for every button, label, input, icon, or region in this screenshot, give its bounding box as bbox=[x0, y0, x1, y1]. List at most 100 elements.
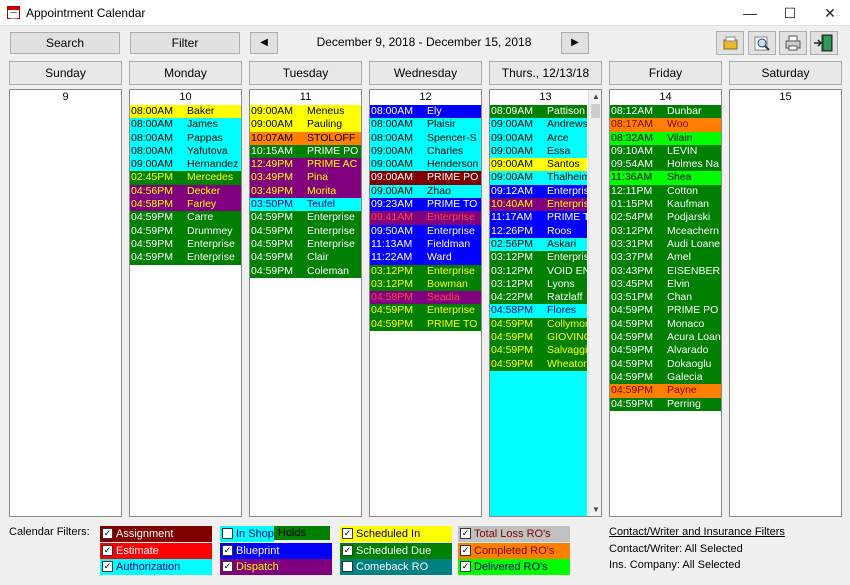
appointment-entry[interactable]: 04:59PM Galecia bbox=[610, 370, 721, 385]
open-folder-button[interactable] bbox=[716, 31, 744, 55]
appointment-entry[interactable]: 08:00AM Spencer-S bbox=[370, 131, 481, 145]
appointment-entry[interactable]: 09:54AM Holmes Na bbox=[610, 158, 721, 172]
appointment-entry[interactable]: 08:32AM Vilain bbox=[610, 131, 721, 145]
calendar-filter[interactable]: ✓ Estimate bbox=[100, 543, 212, 559]
appointment-entry[interactable]: 10:40AM Enterprise bbox=[490, 198, 587, 212]
filter-checkbox[interactable]: ✓ bbox=[460, 528, 471, 539]
appointment-entry[interactable]: 03:12PM Enterprise bbox=[490, 251, 587, 265]
calendar-filter[interactable]: ✓ Dispatch bbox=[220, 559, 332, 575]
appointment-entry[interactable]: 02:54PM Podjarski bbox=[610, 211, 721, 225]
appointment-entry[interactable]: 09:00AM Pauling bbox=[250, 118, 361, 132]
day-header[interactable]: Tuesday bbox=[249, 61, 362, 85]
calendar-filter[interactable]: ✓ Blueprint bbox=[220, 543, 332, 559]
calendar-filter[interactable]: ✓ Assignment bbox=[100, 526, 212, 542]
appointment-entry[interactable]: 04:59PM Clair bbox=[250, 251, 361, 265]
filter-checkbox[interactable]: ✓ bbox=[102, 528, 113, 539]
filter-checkbox[interactable] bbox=[342, 561, 353, 572]
appointment-entry[interactable]: 04:59PM Acura Loan bbox=[610, 331, 721, 345]
day-column[interactable]: 12 08:00AM Ely 08:00AM Plaisir 08:00AM Spencer… bbox=[369, 89, 482, 517]
appointment-entry[interactable]: 02:56PM Askari bbox=[490, 237, 587, 252]
appointment-entry[interactable]: 09:00AM Hernandez bbox=[130, 158, 241, 172]
appointment-entry[interactable]: 09:00AM Andrews bbox=[490, 118, 587, 132]
appointment-entry[interactable]: 04:59PM Wheaton bbox=[490, 357, 587, 371]
appointment-entry[interactable]: 08:00AM Plaisir bbox=[370, 118, 481, 132]
appointment-entry[interactable]: 11:17AM PRIME T bbox=[490, 211, 587, 225]
next-week-button[interactable]: ▶ bbox=[561, 32, 589, 54]
appointment-entry[interactable]: 03:12PM Mceachern bbox=[610, 224, 721, 238]
appointment-entry[interactable]: 09:00AM Arce bbox=[490, 131, 587, 145]
appointment-entry[interactable]: 09:00AM Essa bbox=[490, 144, 587, 159]
calendar-filter[interactable]: Comeback RO bbox=[340, 559, 452, 575]
appointment-entry[interactable]: 04:59PM Perring bbox=[610, 397, 721, 411]
appointment-entry[interactable]: 12:49PM PRIME AC bbox=[250, 158, 361, 172]
appointment-entry[interactable]: 04:59PM Enterprise bbox=[250, 237, 361, 252]
day-column[interactable]: 13 08:09AM Pattison 09:00AM Andrews 09:00AM Ar… bbox=[489, 89, 602, 517]
day-column[interactable]: 10 08:00AM Baker 08:00AM James 08:00AM Pappas 0… bbox=[129, 89, 242, 517]
filter-checkbox[interactable]: ✓ bbox=[460, 545, 471, 556]
appointment-entry[interactable]: 04:59PM PRIME PO bbox=[610, 304, 721, 318]
appointment-entry[interactable]: 04:59PM Drummey bbox=[130, 224, 241, 238]
appointment-entry[interactable]: 12:26PM Roos bbox=[490, 224, 587, 238]
vertical-scrollbar[interactable]: ▲ ▼ bbox=[588, 90, 601, 516]
appointment-entry[interactable]: 09:00AM Thalheim bbox=[490, 171, 587, 185]
filter-checkbox[interactable] bbox=[222, 528, 233, 539]
close-button[interactable]: ✕ bbox=[810, 0, 850, 26]
day-column[interactable]: 14 08:12AM Dunbar 08:17AM Woo 08:32AM Vilain 09… bbox=[609, 89, 722, 517]
appointment-entry[interactable]: 08:00AM James bbox=[130, 118, 241, 132]
scroll-thumb[interactable] bbox=[591, 104, 600, 118]
appointment-entry[interactable]: 03:49PM Pina bbox=[250, 171, 361, 185]
appointment-entry[interactable]: 03:12PM VOID EN bbox=[490, 264, 587, 278]
appointment-entry[interactable]: 03:45PM Elvin bbox=[610, 277, 721, 292]
appointment-entry[interactable]: 03:31PM Audi Loane bbox=[610, 237, 721, 252]
day-column[interactable]: 9 bbox=[9, 89, 122, 517]
appointment-entry[interactable]: 09:00AM Henderson bbox=[370, 158, 481, 172]
day-column[interactable]: 11 09:00AM Meneus 09:00AM Pauling 10:07AM STOL… bbox=[249, 89, 362, 517]
exit-button[interactable] bbox=[810, 31, 838, 55]
appointment-entry[interactable]: 09:50AM Enterprise bbox=[370, 224, 481, 238]
day-header[interactable]: Thurs., 12/13/18 bbox=[489, 61, 602, 85]
appointment-entry[interactable]: 04:59PM Enterprise bbox=[130, 251, 241, 265]
calendar-filter[interactable]: ✓ Scheduled In bbox=[340, 526, 452, 542]
appointment-entry[interactable]: 09:00AM Zhao bbox=[370, 184, 481, 199]
appointment-entry[interactable]: 08:00AM Yafutova bbox=[130, 144, 241, 159]
magnify-button[interactable] bbox=[748, 31, 776, 55]
prev-week-button[interactable]: ◀ bbox=[250, 32, 278, 54]
appointment-entry[interactable]: 03:12PM Bowman bbox=[370, 277, 481, 292]
appointment-entry[interactable]: 11:13AM Fieldman bbox=[370, 237, 481, 252]
appointment-entry[interactable]: 08:00AM Pappas bbox=[130, 131, 241, 145]
scroll-down-icon[interactable]: ▼ bbox=[592, 505, 600, 514]
appointment-entry[interactable]: 03:37PM Amel bbox=[610, 251, 721, 265]
appointment-entry[interactable]: 04:59PM Enterprise bbox=[370, 304, 481, 318]
filter-checkbox[interactable]: ✓ bbox=[102, 545, 113, 556]
appointment-entry[interactable]: 08:00AM Ely bbox=[370, 105, 481, 119]
appointment-entry[interactable]: 04:59PM Collymore bbox=[490, 317, 587, 332]
calendar-filter[interactable]: ✓ Delivered RO's bbox=[458, 559, 570, 575]
appointment-entry[interactable]: 09:10AM LEVIN bbox=[610, 144, 721, 159]
appointment-entry[interactable]: 04:59PM Enterprise bbox=[250, 211, 361, 225]
calendar-filter[interactable]: In Shop bbox=[220, 526, 274, 542]
appointment-entry[interactable]: 04:56PM Decker bbox=[130, 184, 241, 199]
day-header[interactable]: Wednesday bbox=[369, 61, 482, 85]
minimize-button[interactable]: — bbox=[730, 0, 770, 26]
appointment-entry[interactable]: 09:00AM Charles bbox=[370, 144, 481, 159]
appointment-entry[interactable]: 10:15AM PRIME PO bbox=[250, 144, 361, 159]
scroll-up-icon[interactable]: ▲ bbox=[592, 92, 600, 101]
appointment-entry[interactable]: 04:59PM Payne bbox=[610, 384, 721, 398]
calendar-filter[interactable]: ✓ Total Loss RO's bbox=[458, 526, 570, 542]
appointment-entry[interactable]: 09:12AM Enterprise bbox=[490, 184, 587, 199]
filter-checkbox[interactable]: ✓ bbox=[460, 561, 471, 572]
appointment-entry[interactable]: 04:58PM Farley bbox=[130, 198, 241, 212]
appointment-entry[interactable]: 09:00AM Santos bbox=[490, 158, 587, 172]
calendar-filter[interactable]: ✓ Authorization bbox=[100, 559, 212, 575]
day-header[interactable]: Saturday bbox=[729, 61, 842, 85]
appointment-entry[interactable]: 04:59PM Monaco bbox=[610, 317, 721, 332]
appointment-entry[interactable]: 11:36AM Shea bbox=[610, 171, 721, 185]
appointment-entry[interactable]: 09:00AM Meneus bbox=[250, 105, 361, 119]
appointment-entry[interactable]: 03:12PM Enterprise bbox=[370, 264, 481, 278]
calendar-filter[interactable]: ✓ Completed RO's bbox=[458, 543, 570, 559]
appointment-entry[interactable]: 10:07AM STOLOFF bbox=[250, 131, 361, 145]
appointment-entry[interactable]: 12:11PM Cotton bbox=[610, 184, 721, 199]
appointment-entry[interactable]: 03:12PM Lyons bbox=[490, 277, 587, 292]
appointment-entry[interactable]: 04:59PM Carre bbox=[130, 211, 241, 225]
filter-checkbox[interactable]: ✓ bbox=[102, 561, 113, 572]
